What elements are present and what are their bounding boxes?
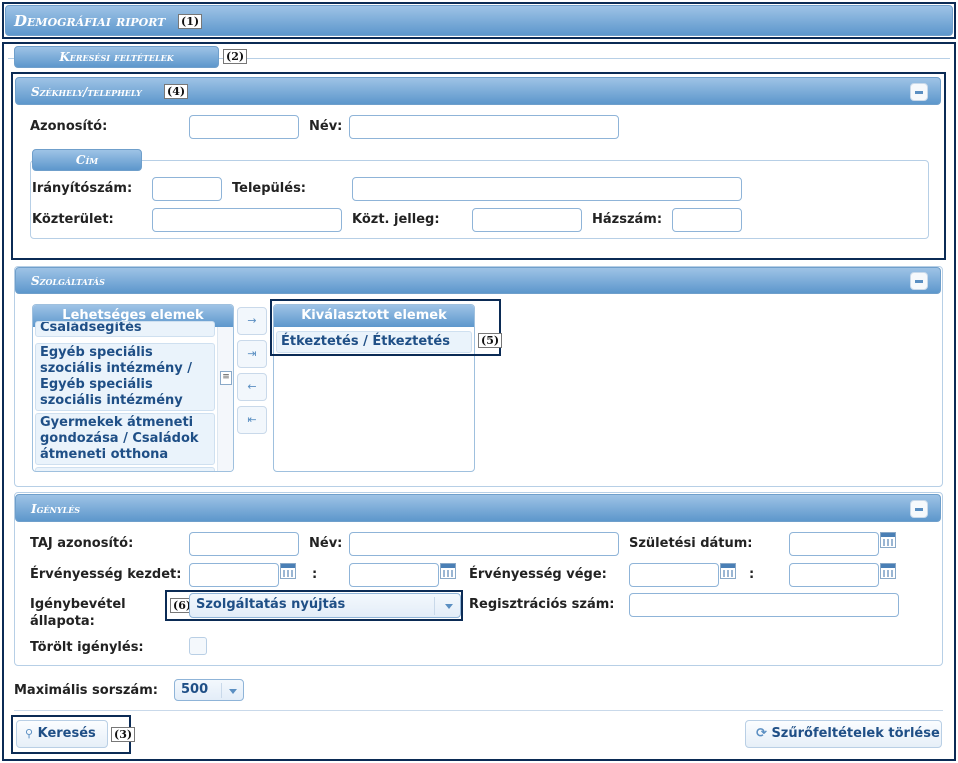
- allapot-select[interactable]: Szolgáltatás nyújtás: [189, 593, 461, 618]
- select-divider: [221, 683, 222, 698]
- page-title: Demográfiai riport: [14, 12, 166, 30]
- scrollbar-thumb[interactable]: ≡: [220, 371, 232, 385]
- service-collapse-icon[interactable]: [910, 272, 928, 290]
- list-item[interactable]: Egyéb speciális szociális intézmény / Eg…: [35, 343, 215, 411]
- selected-highlight-frame: [270, 299, 501, 356]
- kezdet-to-input[interactable]: [349, 563, 439, 587]
- allapot-label-line1: Igénybevétel: [30, 597, 126, 612]
- iranyitoszam-label: Irányítószám:: [32, 181, 133, 196]
- marker-3: (3): [111, 727, 136, 742]
- kezdet-from-input[interactable]: [189, 563, 279, 587]
- max-sorszam-value: 500: [181, 682, 209, 697]
- request-section-header: Igénylés: [15, 494, 941, 522]
- calendar-icon[interactable]: [880, 532, 896, 548]
- address-legend-label: Cím: [75, 153, 99, 167]
- marker-4: (4): [164, 84, 189, 99]
- title-bar: Demográfiai riport: [5, 5, 953, 36]
- clear-filters-button[interactable]: ⟳ Szűrőfeltételek törlése: [745, 720, 942, 748]
- taj-input[interactable]: [189, 532, 299, 556]
- move-all-right-button[interactable]: ⇥: [237, 340, 267, 368]
- kozt-jelleg-label: Közt. jelleg:: [352, 212, 440, 227]
- calendar-icon[interactable]: [280, 563, 296, 579]
- scrollbar[interactable]: ≡: [217, 327, 233, 471]
- marker-1: (1): [178, 14, 203, 29]
- nev-input[interactable]: [349, 115, 619, 139]
- request-collapse-icon[interactable]: [910, 500, 928, 518]
- request-nev-input[interactable]: [349, 532, 619, 556]
- list-item-partial[interactable]: [35, 467, 215, 471]
- clear-filters-label: Szűrőfeltételek törlése: [771, 726, 940, 741]
- address-legend: Cím: [32, 149, 142, 171]
- request-nev-label: Név:: [309, 536, 343, 551]
- move-left-button[interactable]: ←: [237, 373, 267, 401]
- hazszam-input[interactable]: [672, 208, 742, 232]
- site-section-header: Székhely/telephely: [15, 77, 941, 105]
- search-button[interactable]: ⚲ Keresés: [16, 720, 108, 748]
- marker-2: (2): [223, 49, 248, 64]
- tab-label: Keresési feltételek: [59, 50, 174, 64]
- vege-from-input[interactable]: [629, 563, 719, 587]
- kozt-jelleg-input[interactable]: [472, 208, 582, 232]
- site-collapse-icon[interactable]: [910, 83, 928, 101]
- range-separator: :: [312, 567, 318, 582]
- available-list[interactable]: Lehetséges elemek Családsegítés Egyéb sp…: [32, 304, 234, 472]
- torolt-checkbox[interactable]: [189, 637, 207, 655]
- regisztracios-input[interactable]: [629, 593, 899, 617]
- ervenyesseg-kezdet-label: Érvényesség kezdet:: [30, 567, 182, 582]
- calendar-icon[interactable]: [880, 563, 896, 579]
- max-sorszam-label: Maximális sorszám:: [14, 683, 158, 698]
- szuletesi-label: Születési dátum:: [629, 536, 753, 551]
- select-divider: [434, 597, 435, 615]
- regisztracios-label: Regisztrációs szám:: [469, 597, 615, 612]
- taj-label: TAJ azonosító:: [30, 536, 134, 551]
- telepules-input[interactable]: [352, 177, 742, 201]
- torolt-label: Törölt igénylés:: [30, 640, 144, 655]
- move-right-button[interactable]: →: [237, 307, 267, 335]
- szuletesi-input[interactable]: [789, 532, 879, 556]
- request-section-title: Igénylés: [31, 502, 81, 516]
- move-all-left-button[interactable]: ⇤: [237, 406, 267, 434]
- range-separator: :: [749, 567, 755, 582]
- hazszam-label: Házszám:: [592, 212, 663, 227]
- calendar-icon[interactable]: [440, 563, 456, 579]
- list-item[interactable]: Gyermekek átmeneti gondozása / Családok …: [35, 413, 215, 465]
- ervenyesseg-vege-label: Érvényesség vége:: [469, 567, 607, 582]
- telepules-label: Település:: [232, 181, 307, 196]
- marker-5: (5): [478, 333, 503, 348]
- chevron-down-icon[interactable]: [229, 689, 237, 694]
- reset-icon: ⟳: [756, 726, 767, 741]
- allapot-select-value: Szolgáltatás nyújtás: [196, 597, 346, 612]
- list-item[interactable]: Családsegítés: [35, 321, 215, 337]
- divider: [14, 710, 943, 711]
- tab-search-criteria[interactable]: Keresési feltételek: [14, 46, 219, 68]
- kozterulet-label: Közterület:: [32, 212, 114, 227]
- max-sorszam-select[interactable]: 500: [174, 679, 244, 701]
- vege-to-input[interactable]: [789, 563, 879, 587]
- kozterulet-input[interactable]: [152, 208, 342, 232]
- search-button-label: Keresés: [37, 726, 96, 741]
- nev-label: Név:: [309, 119, 343, 134]
- calendar-icon[interactable]: [720, 563, 736, 579]
- allapot-label-line2: állapota:: [30, 614, 95, 629]
- search-icon: ⚲: [25, 727, 34, 740]
- azonosito-label: Azonosító:: [30, 119, 108, 134]
- service-section-header: Szolgáltatás: [15, 267, 941, 294]
- chevron-down-icon[interactable]: [445, 604, 453, 609]
- azonosito-input[interactable]: [189, 115, 299, 139]
- iranyitoszam-input[interactable]: [152, 177, 222, 201]
- service-section-title: Szolgáltatás: [31, 274, 105, 288]
- site-section-title: Székhely/telephely: [31, 85, 142, 99]
